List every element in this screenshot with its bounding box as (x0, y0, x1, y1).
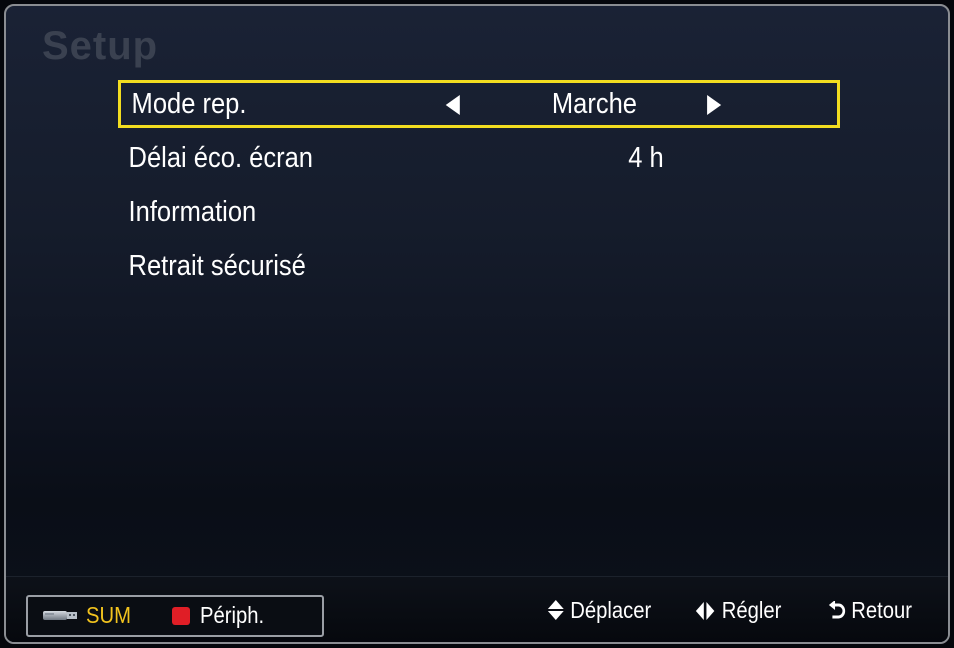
hint-return: Retour (828, 597, 912, 624)
red-button-icon (172, 607, 190, 625)
menu-item-value: 4 h (628, 142, 664, 174)
usb-drive-icon (43, 611, 77, 620)
menu-item-label: Délai éco. écran (128, 142, 313, 174)
hint-adjust: Régler (695, 597, 781, 624)
periph-label: Périph. (200, 602, 265, 628)
menu-item-value: Marche (551, 88, 637, 120)
hint-move-label: Déplacer (570, 597, 652, 623)
menu-item-mode-rep[interactable]: Mode rep. Marche (118, 80, 840, 134)
up-down-icon (547, 600, 564, 620)
left-right-icon (695, 602, 715, 620)
menu-item-information[interactable]: Information (118, 188, 753, 242)
selection-highlight: Mode rep. Marche (118, 80, 840, 128)
device-selector[interactable]: SUM Périph. (26, 595, 324, 637)
arrow-right-icon[interactable] (707, 95, 722, 115)
return-icon (828, 600, 846, 619)
menu-item-retrait-securise[interactable]: Retrait sécurisé (118, 242, 753, 296)
menu-item-delai-eco-ecran[interactable]: Délai éco. écran 4 h (118, 134, 753, 188)
setup-screen: Setup Mode rep. Marche Délai éco. écran … (4, 4, 950, 644)
menu-item-label: Retrait sécurisé (128, 250, 306, 282)
page-title: Setup (42, 24, 159, 68)
device-label: SUM (86, 602, 131, 628)
hint-adjust-label: Régler (721, 597, 782, 623)
hint-return-label: Retour (851, 597, 912, 623)
arrow-left-icon[interactable] (445, 95, 460, 115)
hint-move: Déplacer (547, 597, 651, 624)
menu-item-label: Information (128, 196, 257, 228)
menu-item-label: Mode rep. (131, 88, 247, 120)
footer-bar: SUM Périph. Déplacer Régler Retour (6, 576, 948, 642)
setup-menu: Mode rep. Marche Délai éco. écran 4 h In… (118, 80, 840, 296)
